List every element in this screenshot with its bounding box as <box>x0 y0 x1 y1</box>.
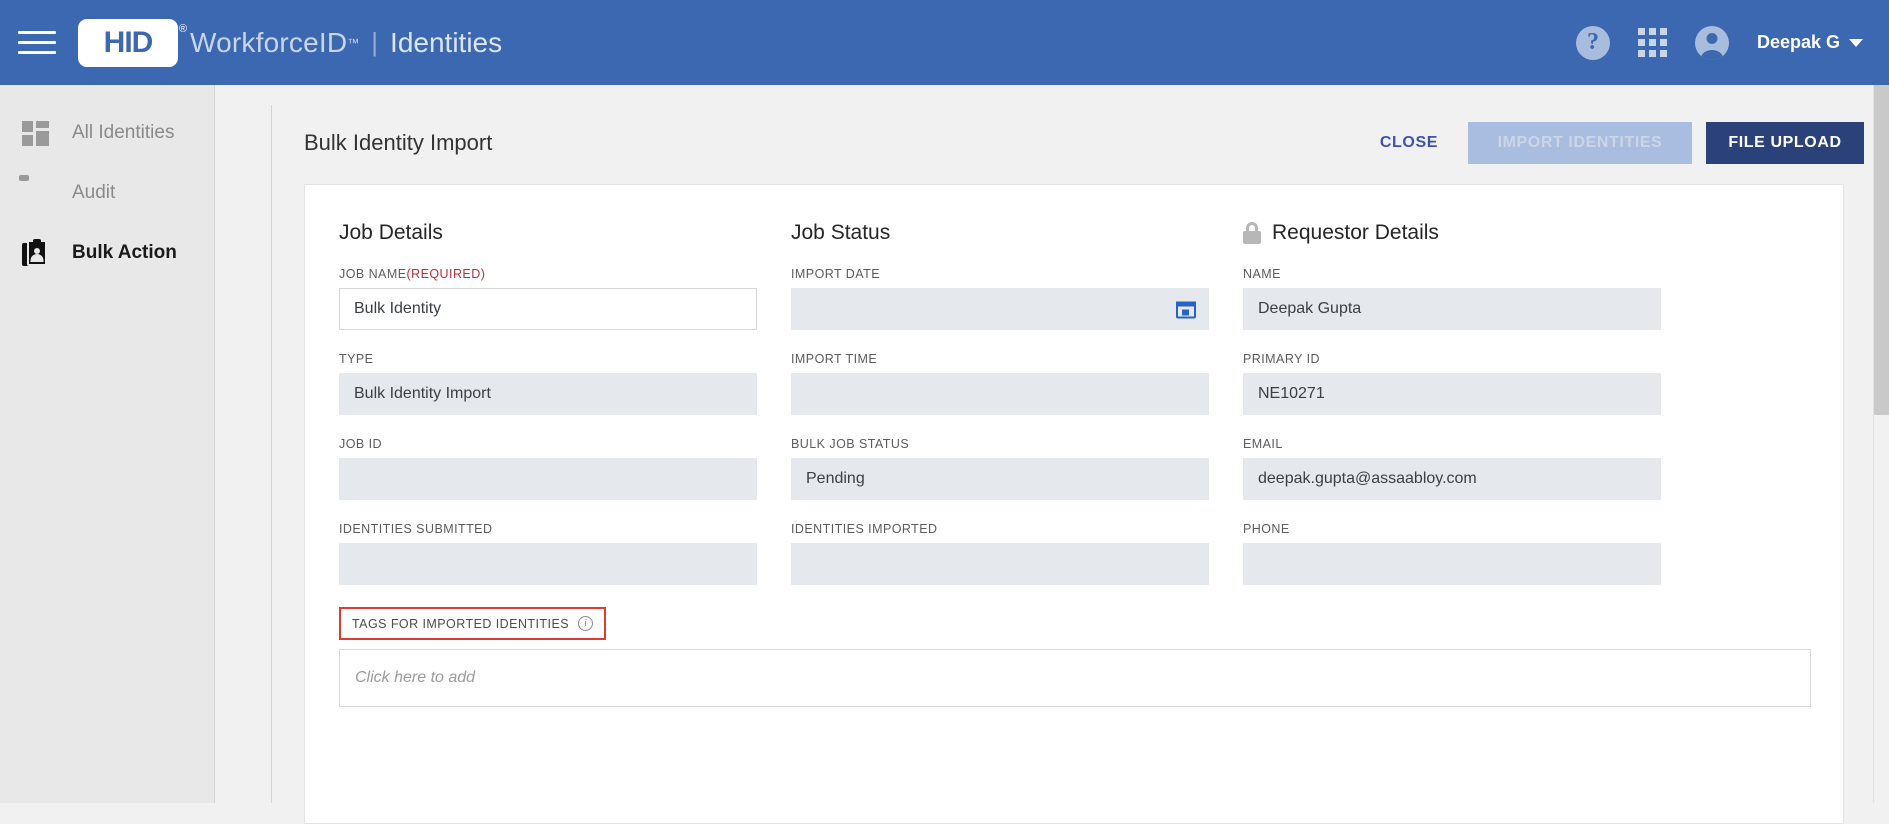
form-columns: Job Details JOB NAME (Required) Bulk Iden… <box>305 185 1843 607</box>
field-primary-id: PRIMARY ID NE10271 <box>1243 352 1661 415</box>
help-glyph: ? <box>1586 29 1599 55</box>
job-id-label: JOB ID <box>339 437 382 451</box>
job-details-column: Job Details JOB NAME (Required) Bulk Iden… <box>339 219 757 607</box>
account-circle-icon[interactable] <box>1694 25 1729 60</box>
vertical-scrollbar-track[interactable] <box>1873 85 1889 803</box>
vertical-scrollbar-thumb[interactable] <box>1874 85 1889 415</box>
page-toolbar: Bulk Identity Import CLOSE IMPORT IDENTI… <box>304 113 1864 173</box>
brand-separator: | <box>371 27 379 57</box>
email-value: deepak.gupta@assaabloy.com <box>1243 458 1661 500</box>
name-label: NAME <box>1243 267 1281 281</box>
import-time-value <box>791 373 1209 415</box>
bulk-import-card: Job Details JOB NAME (Required) Bulk Iden… <box>304 184 1844 824</box>
identity-badge-icon <box>22 239 50 267</box>
bulk-job-status-value: Pending <box>791 458 1209 500</box>
requestor-details-heading: Requestor Details <box>1243 219 1661 247</box>
sidebar-item-label: All Identities <box>72 122 175 143</box>
required-marker: (Required) <box>406 267 486 281</box>
hamburger-bar <box>18 31 56 34</box>
main-content: Bulk Identity Import CLOSE IMPORT IDENTI… <box>216 85 1873 824</box>
field-identities-imported: IDENTITIES IMPORTED <box>791 522 1209 585</box>
page-title: Bulk Identity Import <box>304 130 493 155</box>
field-job-name: JOB NAME (Required) Bulk Identity <box>339 267 757 330</box>
close-button[interactable]: CLOSE <box>1364 124 1454 162</box>
header-actions: ? Deepak G <box>1575 25 1863 60</box>
job-status-heading: Job Status <box>791 221 891 244</box>
type-label: TYPE <box>339 352 374 366</box>
section-title: Identities <box>390 26 503 58</box>
clipboard-check-icon <box>22 179 50 207</box>
tags-input[interactable]: Click here to add <box>339 649 1811 707</box>
email-label: EMAIL <box>1243 437 1283 451</box>
hamburger-bar <box>18 41 56 44</box>
field-import-time: IMPORT TIME <box>791 352 1209 415</box>
job-status-column: Job Status IMPORT DATE IMPORT TIME BULK … <box>791 219 1209 607</box>
user-name-label: Deepak G <box>1756 32 1840 52</box>
import-identities-button: IMPORT IDENTITIES <box>1468 122 1692 164</box>
toolbar-actions: CLOSE IMPORT IDENTITIES FILE UPLOAD <box>1364 122 1864 164</box>
calendar-icon[interactable] <box>1176 300 1196 319</box>
tags-placeholder: Click here to add <box>355 669 476 686</box>
tiles-icon <box>22 119 50 147</box>
identities-imported-value <box>791 543 1209 585</box>
app-header: HID ® WorkforceID ™ | Identities ? Deepak… <box>0 0 1889 85</box>
sidebar-item-bulk-action[interactable]: Bulk Action <box>0 223 214 283</box>
field-import-date: IMPORT DATE <box>791 267 1209 330</box>
field-name: NAME Deepak Gupta <box>1243 267 1661 330</box>
job-name-label: JOB NAME <box>339 267 407 281</box>
trademark-mark: ™ <box>347 35 360 50</box>
identities-imported-label: IDENTITIES IMPORTED <box>791 522 938 536</box>
tags-label-highlight: TAGS FOR IMPORTED IDENTITIES i <box>339 607 607 640</box>
chevron-down-icon <box>1849 38 1863 47</box>
identities-submitted-value <box>339 543 757 585</box>
vertical-divider <box>271 105 272 803</box>
user-menu-button[interactable]: Deepak G <box>1757 32 1863 53</box>
field-email: EMAIL deepak.gupta@assaabloy.com <box>1243 437 1661 500</box>
hid-logo[interactable]: HID ® <box>78 18 187 67</box>
hamburger-bar <box>18 51 56 54</box>
type-value: Bulk Identity Import <box>339 373 757 415</box>
import-date-label: IMPORT DATE <box>791 267 880 281</box>
sidebar-item-label: Bulk Action <box>72 242 177 263</box>
job-details-heading: Job Details <box>339 221 443 244</box>
apps-grid-icon[interactable] <box>1637 28 1667 57</box>
import-time-label: IMPORT TIME <box>791 352 878 366</box>
tags-label: TAGS FOR IMPORTED IDENTITIES <box>352 616 570 631</box>
field-phone: PHONE <box>1243 522 1661 585</box>
import-date-wrap <box>791 288 1209 330</box>
product-name: WorkforceID <box>190 26 348 58</box>
registered-mark: ® <box>178 22 187 35</box>
help-icon[interactable]: ? <box>1575 25 1610 60</box>
field-job-id: JOB ID <box>339 437 757 500</box>
hamburger-menu-icon[interactable] <box>18 29 56 57</box>
phone-label: PHONE <box>1243 522 1290 536</box>
field-bulk-job-status: BULK JOB STATUS Pending <box>791 437 1209 500</box>
primary-id-value: NE10271 <box>1243 373 1661 415</box>
bulk-job-status-label: BULK JOB STATUS <box>791 437 910 451</box>
requestor-details-column: Requestor Details NAME Deepak Gupta PRIM… <box>1243 219 1661 607</box>
sidebar-item-audit[interactable]: Audit <box>0 163 214 223</box>
import-date-value <box>791 288 1209 330</box>
tags-section: TAGS FOR IMPORTED IDENTITIES i Click her… <box>305 607 1843 737</box>
name-value: Deepak Gupta <box>1243 288 1661 330</box>
field-label: JOB NAME (Required) <box>339 267 757 281</box>
identities-submitted-label: IDENTITIES SUBMITTED <box>339 522 493 536</box>
sidebar-item-all-identities[interactable]: All Identities <box>0 103 214 163</box>
field-identities-submitted: IDENTITIES SUBMITTED <box>339 522 757 585</box>
file-upload-button[interactable]: FILE UPLOAD <box>1706 122 1864 164</box>
job-id-value <box>339 458 757 500</box>
hid-logo-text: HID <box>103 25 154 59</box>
phone-value <box>1243 543 1661 585</box>
field-type: TYPE Bulk Identity Import <box>339 352 757 415</box>
sidebar-item-label: Audit <box>72 182 116 203</box>
sidebar: All Identities Audit Bulk Action <box>0 85 215 803</box>
requestor-heading-label: Requestor Details <box>1272 221 1439 244</box>
primary-id-label: PRIMARY ID <box>1243 352 1320 366</box>
lock-icon <box>1243 222 1261 244</box>
job-name-input[interactable]: Bulk Identity <box>339 288 757 330</box>
info-icon[interactable]: i <box>578 616 594 631</box>
